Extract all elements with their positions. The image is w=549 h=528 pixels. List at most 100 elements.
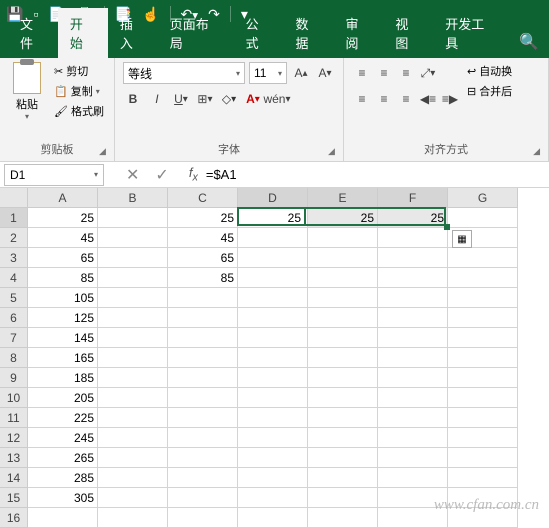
cell-G10[interactable] bbox=[448, 388, 518, 408]
row-header-15[interactable]: 15 bbox=[0, 488, 28, 508]
cell-F15[interactable] bbox=[378, 488, 448, 508]
row-header-9[interactable]: 9 bbox=[0, 368, 28, 388]
formula-input[interactable] bbox=[198, 164, 549, 186]
underline-button[interactable]: U▾ bbox=[171, 88, 191, 110]
font-color-button[interactable]: A▾ bbox=[243, 88, 263, 110]
cell-B10[interactable] bbox=[98, 388, 168, 408]
cell-C6[interactable] bbox=[168, 308, 238, 328]
column-header-D[interactable]: D bbox=[238, 188, 308, 208]
tab-insert[interactable]: 插入 bbox=[108, 8, 158, 58]
align-bottom-button[interactable]: ≡ bbox=[396, 62, 416, 84]
cell-E14[interactable] bbox=[308, 468, 378, 488]
cell-C16[interactable] bbox=[168, 508, 238, 528]
cell-G3[interactable] bbox=[448, 248, 518, 268]
cell-C8[interactable] bbox=[168, 348, 238, 368]
cell-F7[interactable] bbox=[378, 328, 448, 348]
row-header-3[interactable]: 3 bbox=[0, 248, 28, 268]
cell-D5[interactable] bbox=[238, 288, 308, 308]
cell-E6[interactable] bbox=[308, 308, 378, 328]
cell-B6[interactable] bbox=[98, 308, 168, 328]
cell-A11[interactable]: 225 bbox=[28, 408, 98, 428]
row-header-2[interactable]: 2 bbox=[0, 228, 28, 248]
fill-color-button[interactable]: ◇▾ bbox=[219, 88, 239, 110]
tab-data[interactable]: 数据 bbox=[284, 8, 334, 58]
cell-E16[interactable] bbox=[308, 508, 378, 528]
tab-formulas[interactable]: 公式 bbox=[234, 8, 284, 58]
row-header-1[interactable]: 1 bbox=[0, 208, 28, 228]
cell-F14[interactable] bbox=[378, 468, 448, 488]
search-icon[interactable]: 🔍 bbox=[509, 26, 549, 58]
cell-G6[interactable] bbox=[448, 308, 518, 328]
enter-formula-button[interactable]: ✓ bbox=[151, 165, 172, 185]
cell-A3[interactable]: 65 bbox=[28, 248, 98, 268]
cell-A5[interactable]: 105 bbox=[28, 288, 98, 308]
align-center-button[interactable]: ≡ bbox=[374, 88, 394, 110]
tab-view[interactable]: 视图 bbox=[383, 8, 433, 58]
dialog-launcher-icon[interactable]: ◢ bbox=[328, 146, 335, 157]
tab-home[interactable]: 开始 bbox=[58, 8, 108, 58]
paste-button[interactable]: 粘贴 ▾ bbox=[8, 62, 46, 139]
cell-F8[interactable] bbox=[378, 348, 448, 368]
decrease-indent-button[interactable]: ◀≡ bbox=[418, 88, 438, 110]
cell-A16[interactable] bbox=[28, 508, 98, 528]
cell-C12[interactable] bbox=[168, 428, 238, 448]
font-name-combo[interactable]: 等线▾ bbox=[123, 62, 245, 84]
align-left-button[interactable]: ≡ bbox=[352, 88, 372, 110]
row-header-8[interactable]: 8 bbox=[0, 348, 28, 368]
fill-handle[interactable] bbox=[444, 224, 450, 230]
cell-G9[interactable] bbox=[448, 368, 518, 388]
cell-F10[interactable] bbox=[378, 388, 448, 408]
cell-G15[interactable] bbox=[448, 488, 518, 508]
cell-A14[interactable]: 285 bbox=[28, 468, 98, 488]
fx-icon[interactable]: fx bbox=[189, 165, 198, 185]
cell-B1[interactable] bbox=[98, 208, 168, 228]
cell-B15[interactable] bbox=[98, 488, 168, 508]
row-header-13[interactable]: 13 bbox=[0, 448, 28, 468]
row-header-4[interactable]: 4 bbox=[0, 268, 28, 288]
cell-E13[interactable] bbox=[308, 448, 378, 468]
cell-B2[interactable] bbox=[98, 228, 168, 248]
cell-D12[interactable] bbox=[238, 428, 308, 448]
cell-E4[interactable] bbox=[308, 268, 378, 288]
cell-C4[interactable]: 85 bbox=[168, 268, 238, 288]
bold-button[interactable]: B bbox=[123, 88, 143, 110]
cell-B11[interactable] bbox=[98, 408, 168, 428]
cell-B7[interactable] bbox=[98, 328, 168, 348]
cell-D14[interactable] bbox=[238, 468, 308, 488]
cell-E9[interactable] bbox=[308, 368, 378, 388]
cell-C15[interactable] bbox=[168, 488, 238, 508]
cell-D9[interactable] bbox=[238, 368, 308, 388]
cell-D16[interactable] bbox=[238, 508, 308, 528]
cell-A1[interactable]: 25 bbox=[28, 208, 98, 228]
cell-D13[interactable] bbox=[238, 448, 308, 468]
cell-A8[interactable]: 165 bbox=[28, 348, 98, 368]
tab-developer[interactable]: 开发工具 bbox=[433, 8, 509, 58]
merge-cells-button[interactable]: ⊟合并后 bbox=[466, 82, 513, 100]
cell-C1[interactable]: 25 bbox=[168, 208, 238, 228]
align-right-button[interactable]: ≡ bbox=[396, 88, 416, 110]
cell-F3[interactable] bbox=[378, 248, 448, 268]
increase-font-button[interactable]: A▴ bbox=[291, 62, 311, 84]
cell-C10[interactable] bbox=[168, 388, 238, 408]
row-header-5[interactable]: 5 bbox=[0, 288, 28, 308]
cell-D3[interactable] bbox=[238, 248, 308, 268]
cell-A2[interactable]: 45 bbox=[28, 228, 98, 248]
cell-A7[interactable]: 145 bbox=[28, 328, 98, 348]
column-header-G[interactable]: G bbox=[448, 188, 518, 208]
cell-B12[interactable] bbox=[98, 428, 168, 448]
column-header-E[interactable]: E bbox=[308, 188, 378, 208]
cell-G13[interactable] bbox=[448, 448, 518, 468]
cell-A6[interactable]: 125 bbox=[28, 308, 98, 328]
cell-B4[interactable] bbox=[98, 268, 168, 288]
cell-A15[interactable]: 305 bbox=[28, 488, 98, 508]
cell-C9[interactable] bbox=[168, 368, 238, 388]
cell-A10[interactable]: 205 bbox=[28, 388, 98, 408]
name-box[interactable]: D1▾ bbox=[4, 164, 104, 186]
cell-F9[interactable] bbox=[378, 368, 448, 388]
cell-C5[interactable] bbox=[168, 288, 238, 308]
select-all-corner[interactable] bbox=[0, 188, 28, 208]
cell-C14[interactable] bbox=[168, 468, 238, 488]
cell-F4[interactable] bbox=[378, 268, 448, 288]
italic-button[interactable]: I bbox=[147, 88, 167, 110]
cut-button[interactable]: ✂剪切 bbox=[52, 62, 106, 80]
